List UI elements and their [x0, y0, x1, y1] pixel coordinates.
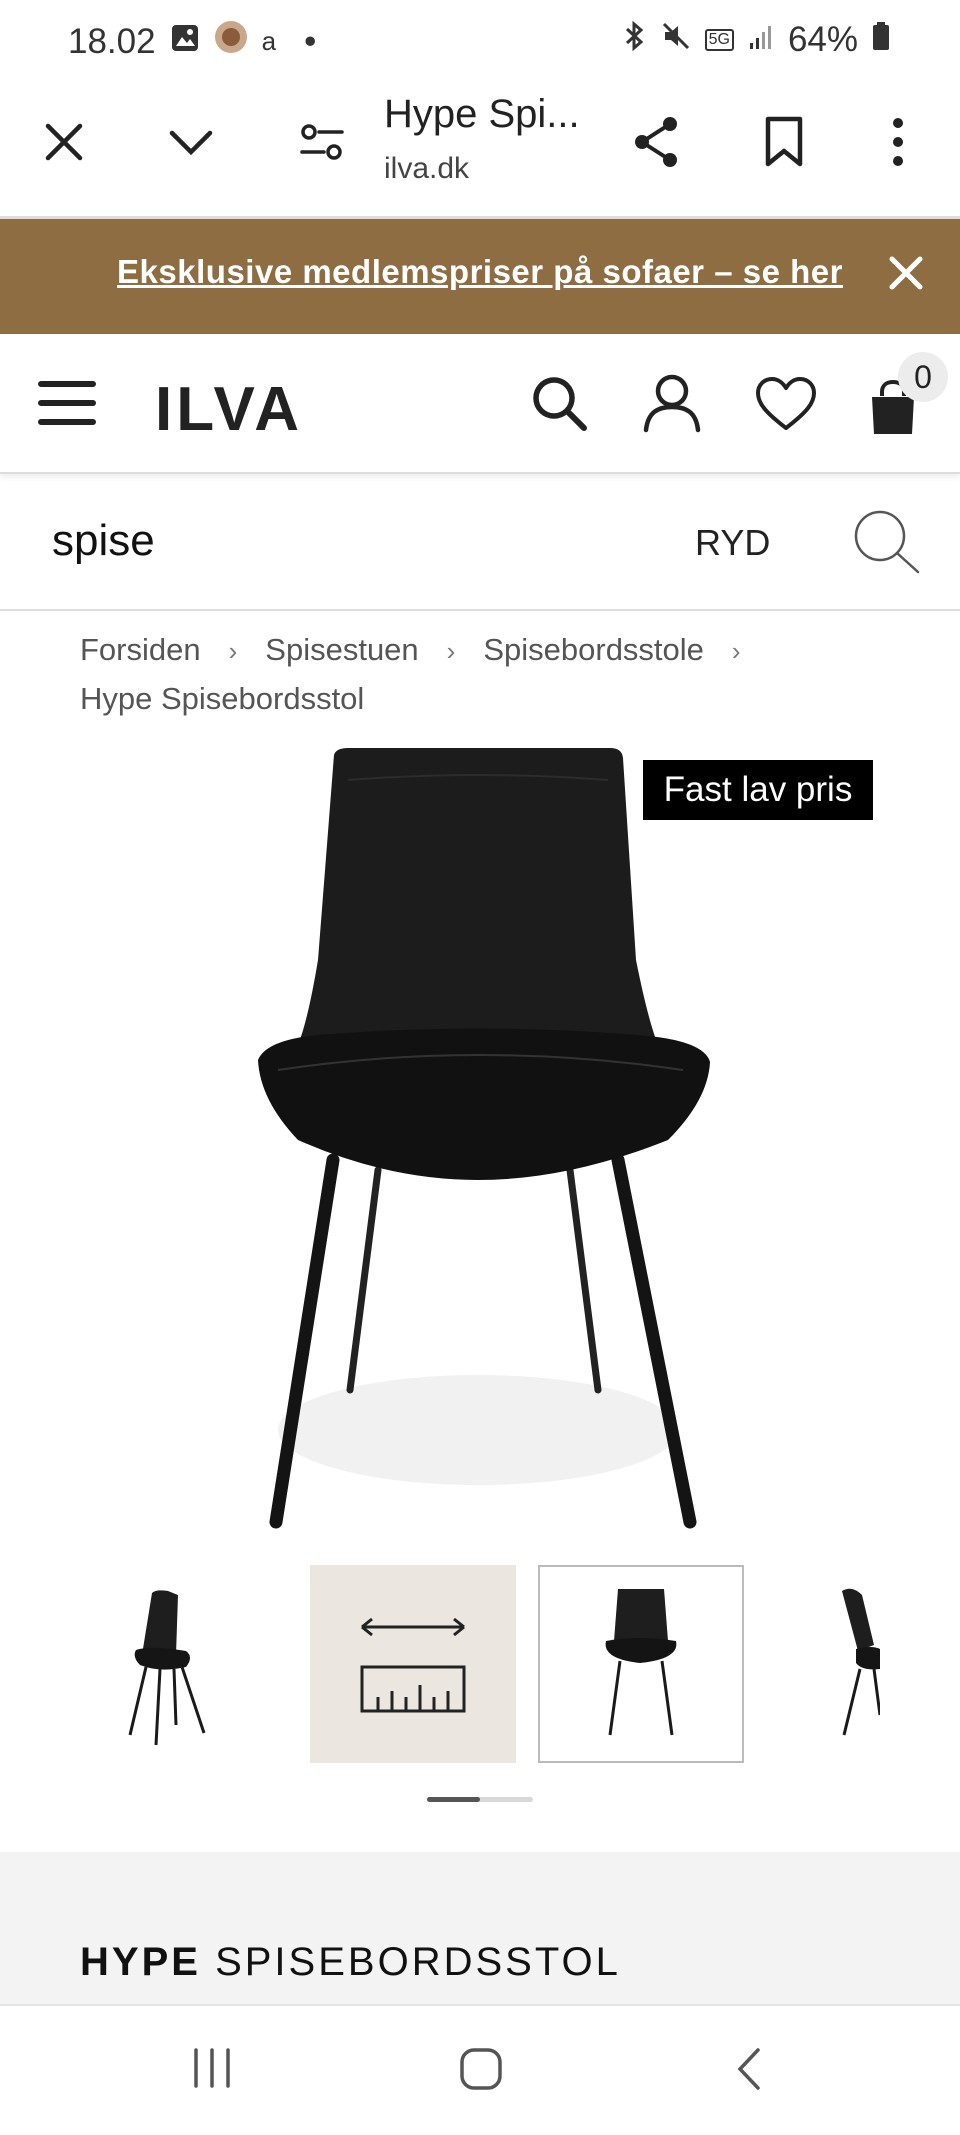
site-header: ILVA	[0, 334, 960, 474]
cart-count-badge: 0	[898, 352, 948, 402]
promo-banner: Eksklusive medlemspriser på sofaer – se …	[0, 219, 960, 334]
breadcrumb-separator: ›	[731, 636, 741, 666]
bluetooth-icon	[621, 20, 647, 60]
account-icon[interactable]	[642, 372, 702, 439]
status-dot: •	[304, 21, 317, 61]
product-image[interactable]	[238, 740, 718, 1540]
product-title: HYPE SPISEBORDSSTOL	[80, 1940, 621, 1985]
system-nav-bar	[0, 2004, 960, 2135]
ilva-logo[interactable]: ILVA	[155, 374, 303, 445]
close-icon[interactable]	[38, 116, 90, 168]
menu-icon[interactable]	[38, 378, 96, 433]
bookmark-icon[interactable]	[758, 112, 810, 172]
search-input[interactable]: spise	[52, 516, 155, 566]
status-bar: 18.02 a • 5G 64%	[0, 0, 960, 82]
status-time: 18.02	[68, 21, 156, 61]
status-letter: a	[261, 26, 277, 56]
search-submit-icon[interactable]	[852, 508, 922, 583]
recent-apps-icon[interactable]	[190, 2046, 234, 2095]
thumbnail-front-view[interactable]	[538, 1565, 744, 1763]
breadcrumb-separator: ›	[228, 636, 238, 666]
thumbnail-dimensions[interactable]	[310, 1565, 516, 1763]
share-icon[interactable]	[628, 112, 684, 172]
more-options-icon[interactable]	[876, 112, 920, 172]
signal-icon	[748, 20, 774, 60]
battery-icon	[872, 20, 890, 60]
product-title-type: SPISEBORDSSTOL	[215, 1940, 621, 1984]
breadcrumb-current: Hype Spisebordsstol	[80, 681, 365, 716]
breadcrumb-item[interactable]: Spisestuen	[265, 626, 418, 674]
product-thumbnails	[90, 1565, 880, 1765]
clear-search-button[interactable]: RYD	[695, 522, 770, 564]
mute-icon	[661, 20, 691, 60]
gallery-notification-icon	[170, 22, 200, 62]
breadcrumb-item[interactable]: Spisebordsstole	[483, 626, 704, 674]
close-promo-icon[interactable]	[888, 255, 924, 296]
chevron-down-icon[interactable]	[165, 116, 217, 168]
gallery-scroll-indicator	[427, 1797, 533, 1802]
back-icon[interactable]	[734, 2046, 764, 2097]
home-icon[interactable]	[458, 2046, 504, 2097]
product-title-brand: HYPE	[80, 1940, 201, 1984]
search-icon[interactable]	[530, 374, 590, 439]
fixed-low-price-badge: Fast lav pris	[643, 760, 873, 820]
site-settings-icon[interactable]	[296, 116, 348, 168]
app-notification-icon	[214, 20, 248, 63]
breadcrumb-separator: ›	[446, 636, 456, 666]
breadcrumb: Forsiden › Spisestuen › Spisebordsstole › Hyp…	[80, 626, 900, 723]
breadcrumb-item[interactable]: Forsiden	[80, 626, 201, 674]
product-info-section: HYPE SPISEBORDSSTOL	[0, 1852, 960, 2004]
promo-link[interactable]: Eksklusive medlemspriser på sofaer – se …	[0, 253, 960, 291]
tab-domain[interactable]: ilva.dk	[384, 152, 469, 186]
search-bar: spise RYD	[0, 474, 960, 611]
thumbnail-side-view[interactable]	[90, 1565, 296, 1763]
wishlist-heart-icon[interactable]	[755, 376, 817, 437]
network-type: 5G	[704, 29, 734, 51]
battery-percent: 64%	[787, 20, 858, 59]
tab-title[interactable]: Hype Spi...	[384, 92, 580, 137]
thumbnail-back-view[interactable]	[762, 1565, 880, 1763]
